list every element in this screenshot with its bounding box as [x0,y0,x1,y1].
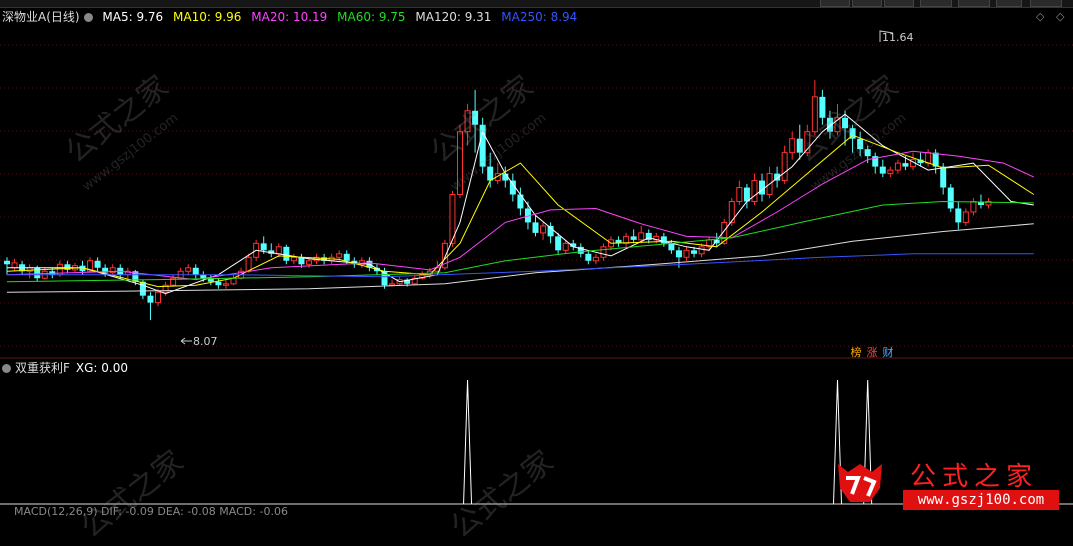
toolbar-button[interactable] [958,0,990,7]
candle-body [675,250,682,258]
ma-line-ma250 [7,253,1034,278]
candle-body [781,152,788,182]
candle-body [389,283,396,286]
candle-body [11,262,18,269]
candle-body [736,187,743,202]
badge-bang[interactable]: 榜 [850,346,862,359]
candle-body [600,246,607,258]
candle-body [691,250,698,254]
candle-body [155,291,161,304]
logo-title: 公式之家 [910,462,1039,492]
candle-body [343,253,350,261]
toolbar-button[interactable] [920,0,952,7]
ma20-value: MA20: 10.19 [251,10,328,24]
candle-body [630,236,637,240]
candle-body [592,256,599,262]
candle-body [970,200,977,213]
indicator-legend: 双重获利F XG: 0.00 [0,360,128,376]
candle-body [283,246,290,261]
ma60-value: MA60: 9.75 [337,10,406,24]
low-arrow-icon [180,337,192,345]
logo-url: www.gszj100.com [903,490,1059,510]
candle-body [894,162,901,171]
toolbar-button[interactable] [996,0,1022,7]
macd-legend: MACD(12,26,9) DIF: -0.09 DEA: -0.08 MACD… [14,505,288,518]
period-toolbar [0,0,1073,8]
candle-body [955,208,962,223]
ma5-value: MA5: 9.76 [102,10,164,24]
candle-body [751,180,758,202]
legend-toggle-icon[interactable] [83,13,93,22]
candle-body [940,166,947,188]
candle-body [698,246,705,255]
candle-body [147,295,154,303]
candle-body [185,267,192,272]
toolbar-button[interactable] [820,0,850,7]
candle-body [683,249,690,258]
price-low-label: 8.07 [193,335,218,348]
diamond-icon[interactable]: ◇ [1036,10,1044,23]
candle-body [962,211,969,223]
candle-body [222,283,229,286]
candle-body [879,166,886,174]
indicator-name[interactable]: 双重获利F [15,361,70,375]
price-high-label: 11.64 [882,31,914,44]
candle-body [555,236,562,251]
badge-cai[interactable]: 财 [882,346,894,359]
legend-toggle-icon[interactable] [2,364,11,373]
candle-body [336,253,343,258]
signal-spike [463,379,473,505]
candle-body [585,253,592,261]
toolbar-button[interactable] [1030,0,1062,7]
ma120-value: MA120: 9.31 [415,10,492,24]
candle-body [192,267,199,275]
toolbar-button[interactable] [884,0,914,7]
candle-body [290,256,297,262]
ma-legend: 深物业A(日线) MA5: 9.76 MA10: 9.96 MA20: 10.1… [0,8,583,26]
candle-body [902,163,909,167]
candle-body [230,277,237,285]
candle-body [260,243,267,251]
site-logo: 公式之家 www.gszj100.com [825,450,1065,515]
candle-body [540,225,547,234]
candle-body [245,256,252,272]
candle-body [215,281,222,286]
candle-body [947,187,954,209]
toolbar-button[interactable] [852,0,882,7]
logo-mark-icon [838,464,882,502]
candle-body [925,152,932,164]
candle-body [4,260,10,265]
candle-body [887,169,894,175]
indicator-value: XG: 0.00 [75,361,129,375]
stock-name[interactable]: 深物业A(日线) [2,10,80,24]
candle-body [298,257,305,265]
diamond-icon[interactable]: ◇ [1056,10,1064,23]
candle-body [532,222,539,233]
ma-line-ma120 [6,223,1034,293]
candle-body [562,242,569,251]
candle-body [759,180,765,195]
ma10-value: MA10: 9.96 [173,10,242,24]
candle-body [638,232,645,241]
panel-controls: ◇ ◇ [1036,10,1064,24]
candle-body [306,260,312,265]
ma250-value: MA250: 8.94 [501,10,578,24]
kline-chart[interactable]: 11.64 8.07 [0,0,1073,515]
candle-body [668,243,675,251]
candle-body [94,260,101,268]
candle-body [275,246,282,255]
badge-zhang[interactable]: 涨 [866,346,878,359]
